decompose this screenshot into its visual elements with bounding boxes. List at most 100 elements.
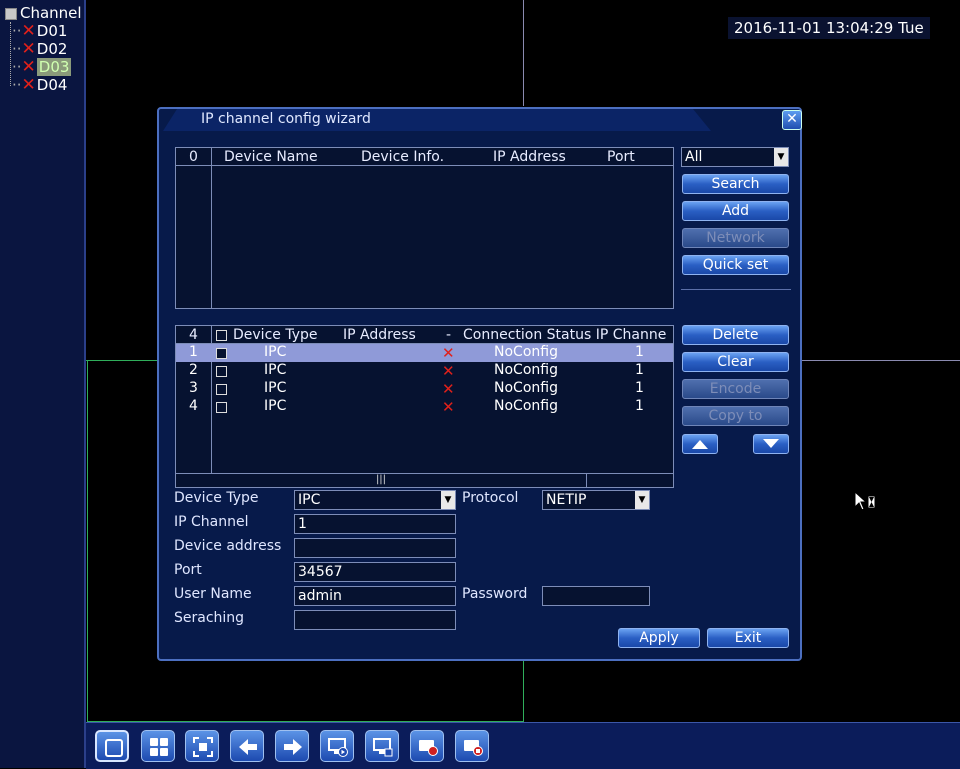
stop-record-button[interactable] <box>455 730 489 762</box>
protocol-select[interactable]: NETIP ▼ <box>542 490 650 510</box>
row-index: 4 <box>189 398 198 414</box>
row-index: 1 <box>189 344 198 360</box>
row-device-type: IPC <box>264 380 287 396</box>
protocol-value: NETIP <box>546 492 587 508</box>
error-icon: ✕ <box>442 344 455 362</box>
device-address-field[interactable] <box>294 538 456 558</box>
scrollbar-thumb[interactable]: ||| <box>176 474 587 487</box>
quick-set-button[interactable]: Quick set <box>682 255 789 275</box>
filter-select-value: All <box>685 149 703 165</box>
prev-icon <box>239 739 257 755</box>
grid-line <box>86 360 158 361</box>
single-view-icon <box>105 739 123 757</box>
playback-button[interactable] <box>320 730 354 762</box>
apply-button[interactable]: Apply <box>618 628 700 648</box>
stop-record-icon <box>464 740 483 756</box>
ip-channel-header-text: IP Channe <box>595 327 667 343</box>
horizontal-scrollbar[interactable]: ||| <box>176 473 673 487</box>
tree-item-d04[interactable]: ··✕D04 <box>12 76 67 94</box>
added-devices-table[interactable]: 4 Device Type IP Address - Connection St… <box>175 325 674 488</box>
tree-connector <box>10 22 11 86</box>
monitor-icon <box>373 738 393 757</box>
channel-tree-root[interactable]: Channel <box>5 4 82 22</box>
grid-line <box>523 660 524 722</box>
column-header-ip-address[interactable]: IP Address <box>493 149 566 165</box>
add-button[interactable]: Add <box>682 201 789 221</box>
exit-button[interactable]: Exit <box>707 628 789 648</box>
move-down-button[interactable] <box>753 434 789 454</box>
row-checkbox[interactable] <box>216 366 227 377</box>
next-button[interactable] <box>275 730 309 762</box>
previous-button[interactable] <box>230 730 264 762</box>
channel-root-label: Channel <box>20 4 82 22</box>
searching-field[interactable] <box>294 610 456 630</box>
row-connection-status: NoConfig <box>494 398 558 414</box>
password-field[interactable] <box>542 586 650 606</box>
clear-button[interactable]: Clear <box>682 352 789 372</box>
row-device-type: IPC <box>264 398 287 414</box>
tree-item-label: D02 <box>36 40 68 58</box>
search-button[interactable]: Search <box>682 174 789 194</box>
search-results-table[interactable]: 0 Device Name Device Info. IP Address Po… <box>175 147 674 309</box>
port-label: Port <box>174 562 202 578</box>
tree-item-d02[interactable]: ··✕D02 <box>12 40 67 58</box>
chevron-down-icon: ▼ <box>441 491 455 509</box>
row-checkbox[interactable] <box>216 348 227 359</box>
device-type-label: Device Type <box>174 490 259 506</box>
user-name-field[interactable]: admin <box>294 586 456 606</box>
column-separator <box>211 148 212 308</box>
table-row[interactable]: 1 IPC ✕ NoConfig 1 <box>176 344 673 362</box>
fullscreen-icon <box>193 737 213 757</box>
row-ip-channel: 1 <box>635 362 644 378</box>
column-header-device-info[interactable]: Device Info. <box>361 149 444 165</box>
move-up-button[interactable] <box>682 434 718 454</box>
scroll-grip-icon: ||| <box>375 474 387 485</box>
port-field[interactable]: 34567 <box>294 562 456 582</box>
row-index: 2 <box>189 362 198 378</box>
row-index: 3 <box>189 380 198 396</box>
column-header-port[interactable]: Port <box>607 149 635 165</box>
column-header-connection-status[interactable]: Connection Status IP Channe <box>463 327 673 343</box>
divider <box>681 289 791 290</box>
grid-line <box>523 0 524 106</box>
close-button[interactable]: ✕ <box>782 110 802 130</box>
delete-button[interactable]: Delete <box>682 325 789 345</box>
tree-item-d01[interactable]: ··✕D01 <box>12 22 67 40</box>
ip-channel-label: IP Channel <box>174 514 249 530</box>
device-type-select[interactable]: IPC ▼ <box>294 490 456 510</box>
disconnected-icon: ✕ <box>21 39 36 59</box>
tree-collapse-icon[interactable] <box>5 7 17 20</box>
filter-select[interactable]: All ▼ <box>681 147 789 167</box>
ip-channel-field[interactable]: 1 <box>294 514 456 534</box>
column-header-ip-address[interactable]: IP Address <box>343 327 416 343</box>
record-button[interactable] <box>410 730 444 762</box>
grid-line <box>802 360 960 361</box>
row-checkbox[interactable] <box>216 384 227 395</box>
disconnected-icon: ✕ <box>21 21 36 41</box>
table-row[interactable]: 4 IPC ✕ NoConfig 1 <box>176 398 673 416</box>
arrow-down-icon <box>763 439 779 448</box>
tree-item-d03[interactable]: ··✕ D03 <box>12 58 72 76</box>
copy-to-button[interactable]: Copy to <box>682 406 789 426</box>
table-row[interactable]: 3 IPC ✕ NoConfig 1 <box>176 380 673 398</box>
column-header-device-type[interactable]: Device Type <box>233 327 318 343</box>
network-button[interactable]: Network <box>682 228 789 248</box>
tree-item-label: D01 <box>36 22 68 40</box>
datetime-display: 2016-11-01 13:04:29 Tue <box>728 17 930 39</box>
user-name-label: User Name <box>174 586 252 602</box>
row-checkbox[interactable] <box>216 402 227 413</box>
column-header-device-name[interactable]: Device Name <box>224 149 318 165</box>
column-header-dash[interactable]: - <box>446 327 451 343</box>
password-label: Password <box>462 586 528 602</box>
header-separator <box>176 165 673 166</box>
monitor-button[interactable] <box>365 730 399 762</box>
connection-status-header-text: Connection Status <box>463 327 592 343</box>
single-view-button[interactable] <box>95 730 129 762</box>
encode-button[interactable]: Encode <box>682 379 789 399</box>
protocol-label: Protocol <box>462 490 519 506</box>
select-all-checkbox[interactable] <box>216 330 227 341</box>
taskbar <box>86 722 960 769</box>
quad-view-button[interactable] <box>141 730 175 762</box>
fullscreen-button[interactable] <box>185 730 219 762</box>
table-row[interactable]: 2 IPC ✕ NoConfig 1 <box>176 362 673 380</box>
